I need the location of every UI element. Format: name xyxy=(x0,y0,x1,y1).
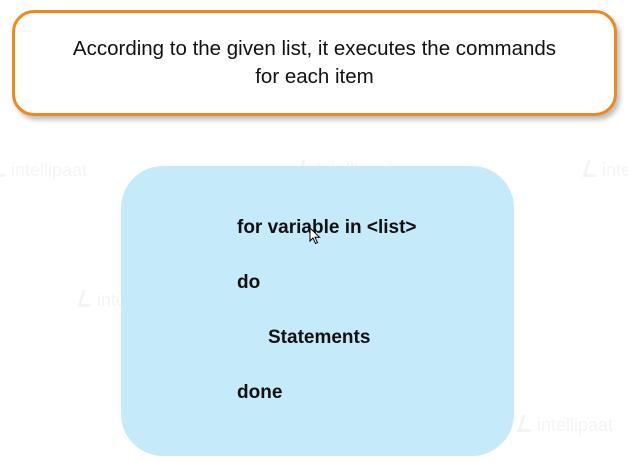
syntax-line-done: done xyxy=(237,382,283,403)
watermark-logo: intellipaat xyxy=(520,415,613,436)
callout-line-2: for each item xyxy=(255,65,374,88)
watermark-logo: intellipaat xyxy=(585,160,628,181)
mouse-cursor-icon xyxy=(309,227,321,245)
syntax-line-do: do xyxy=(237,272,261,293)
watermark-logo: intellipaat xyxy=(0,160,87,181)
syntax-panel xyxy=(121,166,514,456)
callout-text: According to the given list, it executes… xyxy=(73,35,556,91)
syntax-line-statements: Statements xyxy=(268,327,371,348)
description-callout: According to the given list, it executes… xyxy=(12,10,617,116)
callout-line-1: According to the given list, it executes… xyxy=(72,37,557,60)
syntax-line-for: for variable in <list> xyxy=(237,217,417,238)
